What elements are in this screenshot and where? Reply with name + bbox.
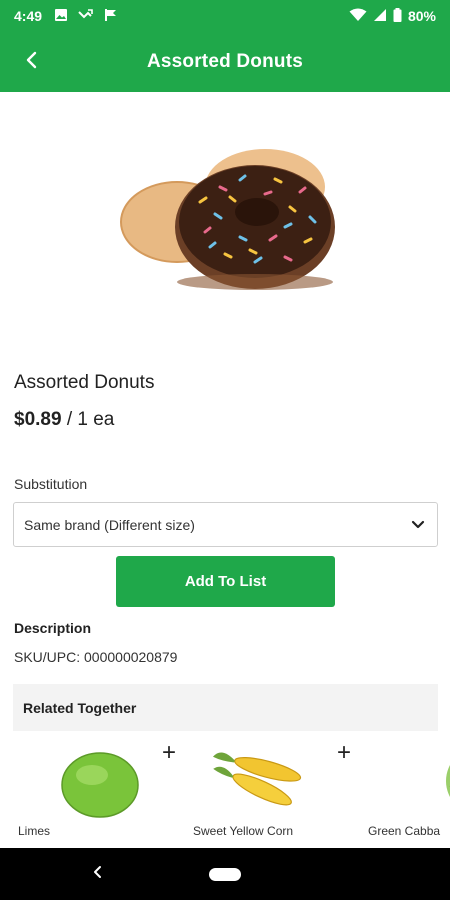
signal-icon: [373, 8, 387, 25]
related-items-strip[interactable]: Limes + Sweet Yellow Corn + Green Cabba: [0, 731, 450, 848]
missed-call-icon: [78, 8, 94, 25]
battery-icon: [393, 7, 402, 25]
product-name: Assorted Donuts: [14, 372, 155, 393]
related-item-label: Sweet Yellow Corn: [193, 824, 294, 838]
system-back-button[interactable]: [88, 862, 108, 886]
lime-image: [61, 752, 139, 818]
price-line: $0.89 / 1 ea: [14, 409, 114, 431]
donuts-image: [120, 149, 335, 290]
add-related-button[interactable]: +: [162, 739, 176, 767]
wifi-icon: [349, 8, 367, 25]
flag-icon: [104, 8, 118, 25]
add-related-button[interactable]: +: [337, 739, 351, 767]
related-item-corn[interactable]: Sweet Yellow Corn: [175, 731, 350, 848]
substitution-label: Substitution: [14, 476, 88, 492]
system-home-button[interactable]: [209, 867, 241, 881]
cabbage-image: [446, 765, 450, 797]
notification-icons: [54, 8, 118, 25]
battery-percent: 80%: [407, 8, 436, 24]
chevron-left-icon: [25, 51, 39, 74]
app-bar: Assorted Donuts: [0, 32, 450, 92]
image-icon: [54, 8, 68, 25]
related-header: Related Together: [13, 684, 438, 731]
corn-image: [212, 752, 302, 806]
back-button[interactable]: [16, 46, 48, 78]
status-left: 4:49: [14, 8, 118, 25]
status-right: 80%: [349, 7, 436, 25]
chevron-left-icon: [93, 865, 103, 884]
related-item-label: Limes: [18, 824, 51, 838]
chevron-down-icon: [411, 520, 425, 530]
product-image-area: [0, 92, 450, 342]
page-title: Assorted Donuts: [146, 51, 304, 72]
description-title: Description: [14, 620, 92, 636]
related-item-cabbage[interactable]: Green Cabba: [350, 731, 450, 848]
status-bar: 4:49 80%: [0, 0, 450, 32]
product-price: $0.89: [14, 409, 62, 430]
add-to-list-button[interactable]: Add To List: [116, 556, 335, 607]
product-unit: / 1 ea: [61, 409, 115, 430]
system-nav-bar: [0, 848, 450, 900]
status-time: 4:49: [14, 8, 43, 24]
related-item-limes[interactable]: Limes: [0, 731, 175, 848]
sku-upc: SKU/UPC: 000000020879: [14, 649, 178, 665]
substitution-selected-value: Same brand (Different size): [24, 516, 195, 533]
substitution-select[interactable]: Same brand (Different size): [13, 502, 438, 547]
related-item-label: Green Cabba: [368, 824, 441, 838]
